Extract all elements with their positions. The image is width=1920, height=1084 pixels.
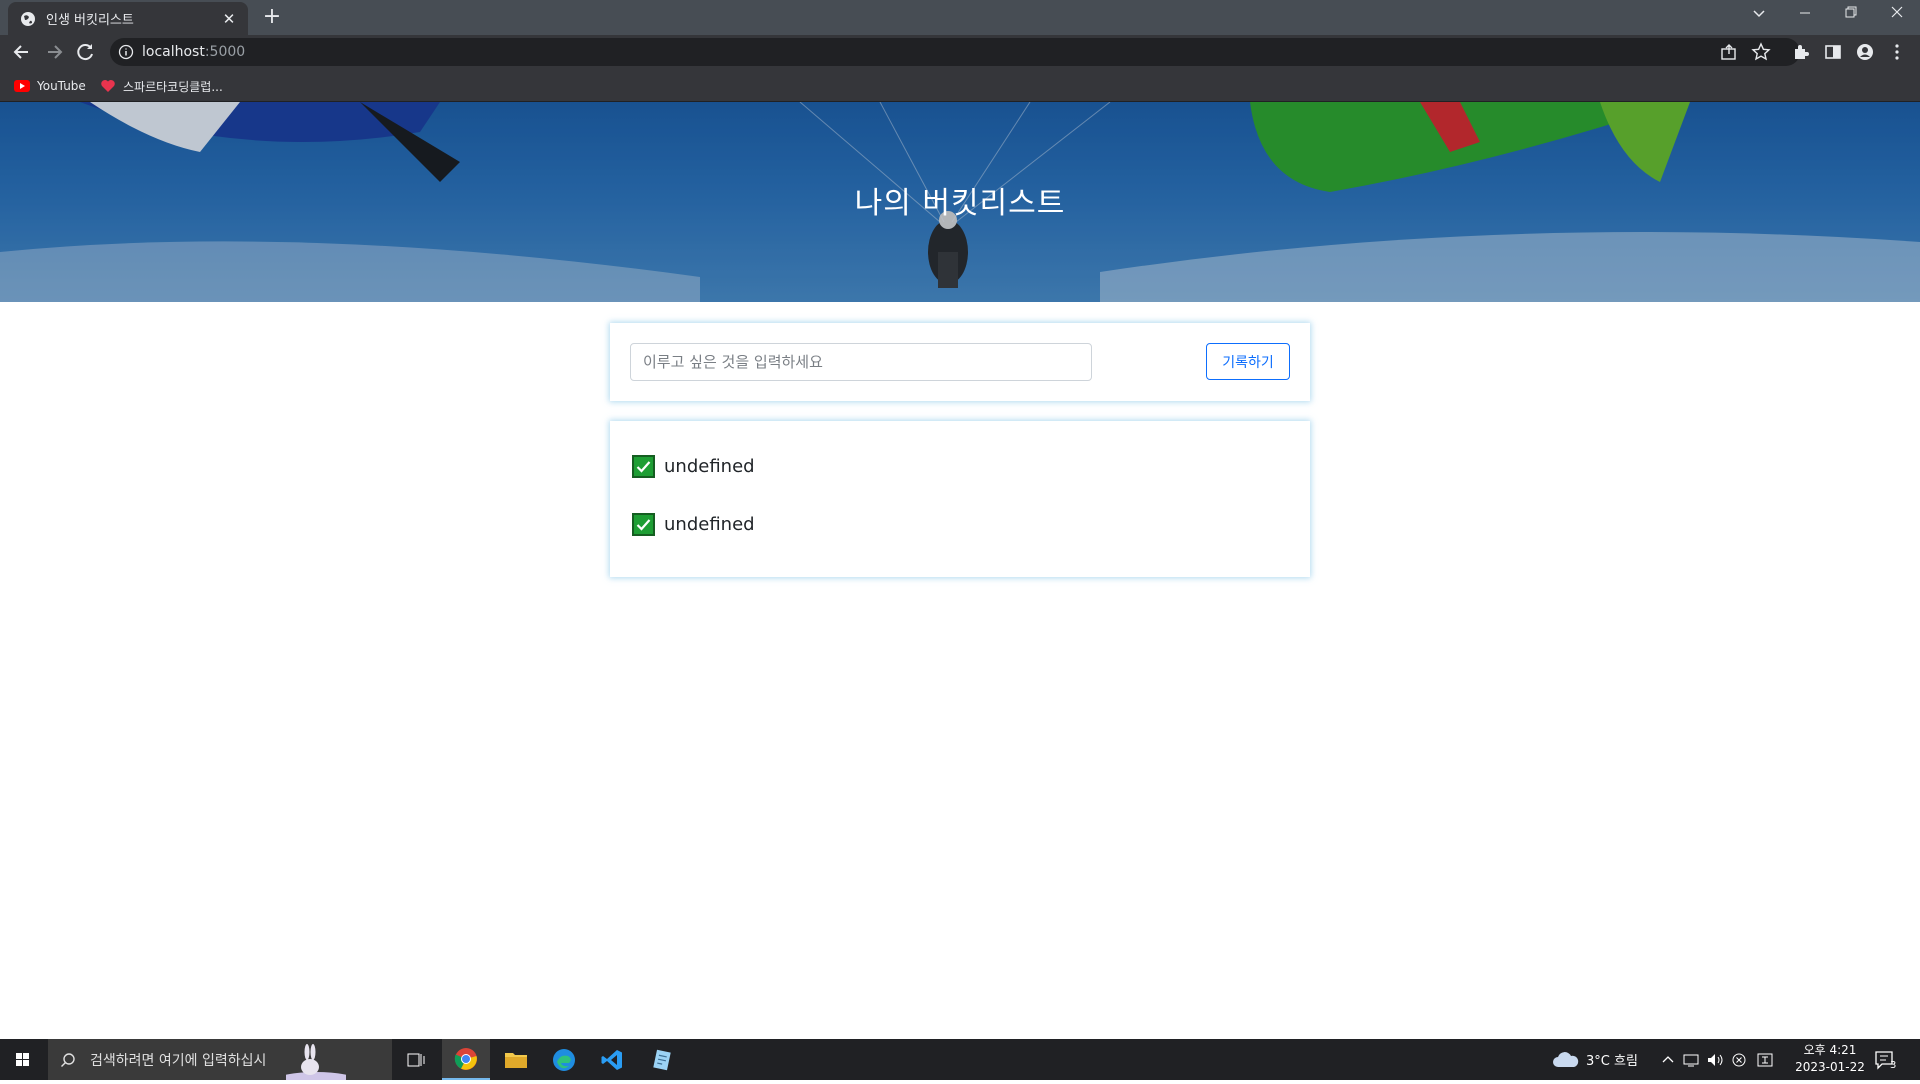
cloud-icon [1553, 1051, 1579, 1067]
reload-button[interactable] [72, 39, 100, 65]
rabbit-icon [286, 1044, 347, 1080]
arrow-right-icon [48, 45, 63, 59]
notepad-icon [653, 1049, 671, 1070]
bookmark-star-icon[interactable] [1750, 41, 1772, 63]
list-item: undefined [632, 511, 755, 537]
tab-search-button[interactable] [1736, 0, 1782, 30]
notification-count: 3 [1890, 1060, 1897, 1071]
bookmark-youtube[interactable]: YouTube [14, 75, 86, 97]
hero-banner: 나의 버킷리스트 [0, 102, 1920, 302]
tab-close-button[interactable]: ✕ [220, 10, 238, 28]
record-button[interactable]: 기록하기 [1206, 343, 1290, 380]
ime-icon[interactable] [1754, 1052, 1776, 1068]
notification-center-button[interactable]: 3 [1874, 1039, 1896, 1080]
taskbar: 검색하려면 여기에 입력하십시 3°C 흐림 오후 4:21 2023-01-2… [0, 1039, 1920, 1080]
vscode-button[interactable] [588, 1039, 636, 1080]
post-box: 기록하기 [610, 323, 1310, 401]
list-item: undefined [632, 453, 755, 479]
forward-button[interactable] [40, 39, 68, 65]
search-placeholder: 검색하려면 여기에 입력하십시 [90, 1052, 267, 1069]
checkmark-icon [632, 454, 655, 478]
info-icon[interactable] [118, 44, 134, 60]
edge-button[interactable] [540, 1039, 588, 1080]
volume-icon[interactable] [1706, 1052, 1726, 1068]
chrome-icon [454, 1047, 477, 1070]
clock-date: 2023-01-22 [1795, 1060, 1865, 1074]
extensions-icon[interactable] [1790, 41, 1812, 63]
windows-icon [16, 1053, 29, 1066]
bookmark-label: YouTube [37, 79, 86, 93]
edge-icon [553, 1048, 575, 1071]
restore-button[interactable] [1828, 0, 1874, 30]
task-view-button[interactable] [392, 1039, 440, 1080]
browser-tab[interactable]: 인생 버킷리스트 ✕ [8, 2, 248, 35]
restore-icon [1845, 6, 1857, 18]
list-item-text: undefined [664, 455, 755, 477]
chrome-taskbar-button[interactable] [442, 1039, 490, 1080]
youtube-icon [14, 80, 30, 92]
system-tray [1660, 1039, 1776, 1080]
weather-widget[interactable]: 3°C 흐림 [1552, 1039, 1638, 1080]
minimize-button[interactable] [1782, 0, 1828, 30]
notepad-button[interactable] [638, 1039, 686, 1080]
folder-icon [505, 1052, 527, 1068]
bookmarks-bar: YouTube 스파르타코딩클럽... [0, 69, 1920, 102]
url-host: localhost [142, 44, 205, 60]
address-bar[interactable]: localhost :5000 [110, 38, 1800, 66]
file-explorer-button[interactable] [492, 1039, 540, 1080]
back-button[interactable] [8, 39, 36, 65]
clock-time: 오후 4:21 [1803, 1043, 1857, 1057]
network-icon[interactable] [1682, 1052, 1702, 1068]
close-window-button[interactable] [1874, 0, 1920, 30]
share-icon[interactable] [1718, 41, 1740, 63]
close-icon [1891, 6, 1903, 18]
new-tab-button[interactable]: + [258, 4, 286, 32]
bookmark-sparta[interactable]: 스파르타코딩클럽... [100, 75, 223, 97]
reload-icon [77, 44, 93, 61]
minimize-icon [1800, 12, 1810, 14]
url-port: :5000 [204, 44, 246, 60]
page-title: 나의 버킷리스트 [854, 186, 1066, 221]
heart-icon [101, 80, 115, 92]
arrow-left-icon [13, 45, 28, 59]
task-view-icon [407, 1053, 425, 1066]
chevron-down-icon [1753, 10, 1765, 18]
profile-icon[interactable] [1854, 41, 1876, 63]
tab-title: 인생 버킷리스트 [46, 13, 134, 28]
list-item-text: undefined [664, 513, 755, 535]
bucket-list: undefined undefined [610, 421, 1310, 577]
close-circle-icon[interactable] [1730, 1052, 1748, 1068]
checkmark-icon [632, 512, 655, 536]
menu-icon[interactable] [1886, 41, 1908, 63]
clock[interactable]: 오후 4:21 2023-01-22 [1790, 1042, 1870, 1076]
bookmark-label: 스파르타코딩클럽... [123, 79, 223, 94]
side-panel-icon[interactable] [1822, 41, 1844, 63]
weather-text: 3°C 흐림 [1586, 1054, 1638, 1069]
tab-strip: 인생 버킷리스트 ✕ + [0, 0, 1920, 35]
bucket-input[interactable] [630, 343, 1092, 381]
vscode-icon [601, 1049, 622, 1070]
search-icon [61, 1052, 75, 1067]
start-button[interactable] [0, 1039, 46, 1080]
browser-toolbar: localhost :5000 [0, 35, 1920, 69]
taskbar-search[interactable]: 검색하려면 여기에 입력하십시 [48, 1039, 392, 1080]
globe-icon [21, 11, 35, 26]
chevron-up-icon[interactable] [1660, 1052, 1676, 1068]
